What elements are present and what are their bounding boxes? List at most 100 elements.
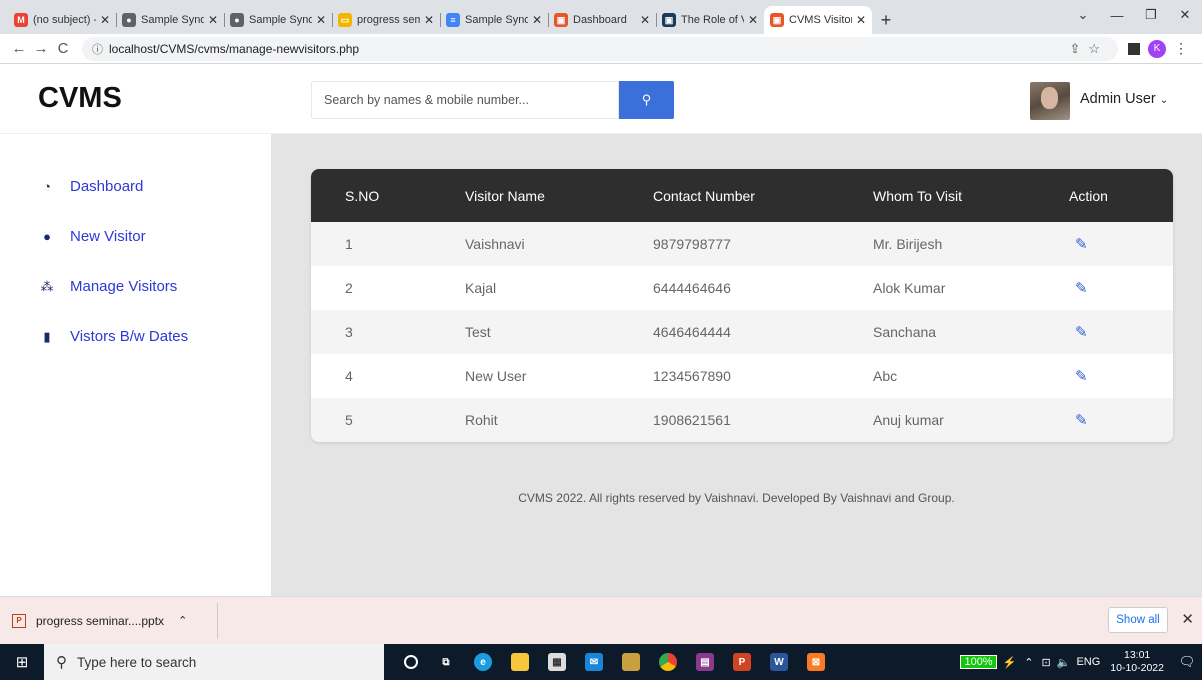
word-icon[interactable]: W [770, 653, 788, 671]
close-icon[interactable]: ✕ [1181, 610, 1194, 628]
browser-tab[interactable]: ≡ Sample Synop ✕ [440, 6, 548, 34]
table-cell: 1234567890 [653, 368, 731, 384]
table-row: 1 Vaishnavi 9879798777 Mr. Birijesh ✎ [311, 222, 1173, 266]
menu-icon[interactable]: ⋮ [1174, 40, 1188, 57]
cortana-icon[interactable] [404, 655, 418, 669]
minimize-button[interactable]: — [1100, 0, 1134, 30]
sidebar-item-label: Manage Visitors [70, 278, 178, 295]
table-row: 4 New User 1234567890 Abc ✎ [311, 354, 1173, 398]
browser-tab[interactable]: ▣ CVMS Visitor ✕ [764, 6, 872, 34]
edit-icon[interactable]: ✎ [1069, 412, 1088, 429]
close-tab-icon[interactable]: ✕ [424, 13, 434, 27]
notification-icon[interactable]: 🗨 [1172, 654, 1202, 670]
powerpoint-icon[interactable]: P [733, 653, 751, 671]
show-all-button[interactable]: Show all [1108, 607, 1168, 633]
dashboard-icon: ◔ [43, 179, 51, 194]
browser-tab[interactable]: ▭ progress sem ✕ [332, 6, 440, 34]
close-tab-icon[interactable]: ✕ [208, 13, 218, 27]
winrar-icon[interactable]: ▤ [696, 653, 714, 671]
taskbar-search-input[interactable]: ⚲ Type here to search [44, 644, 384, 680]
tab-search-icon[interactable]: ⌄ [1066, 0, 1100, 30]
close-window-button[interactable]: ✕ [1168, 0, 1202, 30]
mail-icon[interactable]: ✉ [585, 653, 603, 671]
close-tab-icon[interactable]: ✕ [532, 13, 542, 27]
sidepanel-icon[interactable] [1128, 42, 1140, 55]
url-field[interactable]: ⓘ localhost/CVMS/cvms/manage-newvisitors… [82, 36, 1118, 61]
main-content: S.NO Visitor Name Contact Number Whom To… [271, 134, 1202, 596]
xampp-icon[interactable]: ⊠ [807, 653, 825, 671]
sidebar-item-new-visitor[interactable]: ● New Visitor [40, 228, 146, 245]
tab-favicon-icon: ● [230, 13, 244, 27]
back-button[interactable]: ← [8, 40, 30, 57]
new-tab-button[interactable]: + [872, 6, 900, 34]
browser-tab[interactable]: ▣ Dashboard ✕ [548, 6, 656, 34]
windows-start-icon[interactable]: ⊞ [0, 653, 44, 671]
browser-tab[interactable]: M (no subject) - ✕ [8, 6, 116, 34]
sidebar: CVMS ◔ Dashboard ● New Visitor ⁂ Manage … [0, 64, 271, 596]
browser-tab[interactable]: ● Sample Synop ✕ [224, 6, 332, 34]
table-cell: Test [465, 324, 491, 340]
sidebar-item-visitors-between-dates[interactable]: ▮ Vistors B/w Dates [40, 328, 188, 345]
edit-icon[interactable]: ✎ [1069, 324, 1088, 341]
table-cell: 1 [345, 236, 353, 252]
table-cell: Kajal [465, 280, 497, 296]
copy-icon: ▮ [43, 328, 51, 344]
avatar[interactable] [1030, 82, 1070, 120]
store-icon[interactable]: ▦ [548, 653, 566, 671]
clock[interactable]: 13:01 10-10-2022 [1110, 649, 1164, 675]
top-header: Search by names & mobile number... ⚲ Adm… [271, 64, 1202, 134]
brand-logo[interactable]: CVMS [0, 64, 271, 134]
table-cell: Abc [873, 368, 898, 384]
search-icon: ⚲ [641, 92, 652, 107]
close-tab-icon[interactable]: ✕ [100, 13, 110, 27]
close-tab-icon[interactable]: ✕ [640, 13, 650, 27]
table-cell: 4 [345, 368, 353, 384]
network-icon[interactable]: ⊡ [1042, 656, 1051, 669]
download-item[interactable]: P progress seminar....pptx ⌃ [0, 602, 218, 639]
browser-tab[interactable]: ● Sample Synop ✕ [116, 6, 224, 34]
table-cell: 2 [345, 280, 353, 296]
language-indicator[interactable]: ENG [1076, 656, 1100, 668]
page-footer: CVMS 2022. All rights reserved by Vaishn… [518, 491, 955, 505]
battery-indicator[interactable]: 100% [960, 655, 997, 669]
edit-icon[interactable]: ✎ [1069, 368, 1088, 385]
chrome-icon[interactable] [659, 653, 677, 671]
user-name: Admin User [1080, 91, 1156, 107]
edge-icon[interactable]: e [474, 653, 492, 671]
forward-button[interactable]: → [30, 40, 52, 57]
reload-button[interactable]: C [52, 40, 74, 57]
restore-button[interactable]: ❐ [1134, 0, 1168, 30]
edit-icon[interactable]: ✎ [1069, 280, 1088, 297]
volume-icon[interactable]: 🔈 [1057, 656, 1071, 669]
task-view-icon[interactable]: ⧉ [437, 653, 455, 671]
search-button[interactable]: ⚲ [619, 81, 674, 119]
chevron-up-icon[interactable]: ⌃ [1024, 656, 1033, 669]
tab-title: progress sem [357, 14, 420, 26]
close-tab-icon[interactable]: ✕ [748, 13, 758, 27]
search-input[interactable]: Search by names & mobile number... [311, 81, 619, 119]
edit-icon[interactable]: ✎ [1069, 236, 1088, 253]
user-menu[interactable]: Admin User ⌄ [1080, 91, 1168, 107]
browser-tab[interactable]: ▣ The Role of V ✕ [656, 6, 764, 34]
table-cell: Sanchana [873, 324, 937, 340]
power-icon[interactable]: ⚡ [1003, 656, 1017, 669]
share-and-bookmark-icons[interactable]: ⇪☆ [1069, 41, 1108, 57]
sidebar-item-label: New Visitor [70, 228, 146, 245]
browser-tab-strip: M (no subject) - ✕ ● Sample Synop ✕ ● Sample Sy… [0, 0, 1202, 34]
system-tray: 100% ⚡ ⌃ ⊡ 🔈 ENG 13:01 10-10-2022 🗨 [960, 644, 1202, 680]
close-tab-icon[interactable]: ✕ [856, 13, 866, 27]
site-info-icon[interactable]: ⓘ [92, 41, 103, 57]
tab-favicon-icon: ▣ [662, 13, 676, 27]
app-icon[interactable] [622, 653, 640, 671]
chevron-up-icon[interactable]: ⌃ [178, 614, 187, 627]
table-cell: Mr. Birijesh [873, 236, 943, 252]
profile-avatar[interactable]: K [1148, 39, 1166, 58]
column-header: S.NO [345, 187, 380, 204]
tab-favicon-icon: ▭ [338, 13, 352, 27]
downloads-bar: P progress seminar....pptx ⌃ Show all ✕ [0, 596, 1202, 644]
sidebar-item-dashboard[interactable]: ◔ Dashboard [40, 178, 143, 195]
sidebar-item-manage-visitors[interactable]: ⁂ Manage Visitors [40, 278, 178, 295]
close-tab-icon[interactable]: ✕ [316, 13, 326, 27]
tab-favicon-icon: ● [122, 13, 136, 27]
file-explorer-icon[interactable] [511, 653, 529, 671]
